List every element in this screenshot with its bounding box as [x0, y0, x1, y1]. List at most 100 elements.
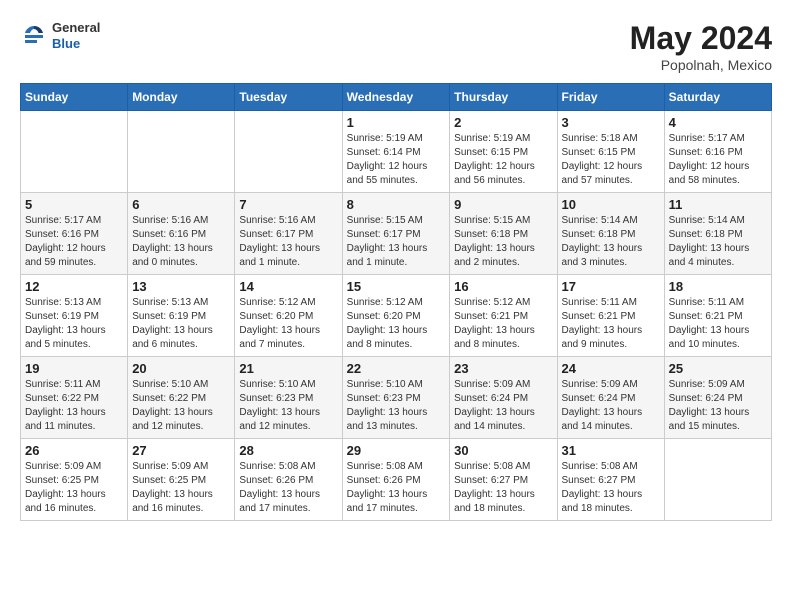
- day-number: 31: [562, 443, 660, 458]
- cell-content: Sunrise: 5:09 AM Sunset: 6:25 PM Dayligh…: [132, 460, 230, 516]
- cell-content: Sunrise: 5:08 AM Sunset: 6:26 PM Dayligh…: [347, 460, 446, 516]
- calendar-cell: 29Sunrise: 5:08 AM Sunset: 6:26 PM Dayli…: [342, 439, 450, 521]
- day-number: 27: [132, 443, 230, 458]
- logo-general-text: General: [52, 20, 100, 36]
- logo: General Blue: [20, 20, 100, 51]
- cell-content: Sunrise: 5:09 AM Sunset: 6:25 PM Dayligh…: [25, 460, 123, 516]
- calendar-cell: 3Sunrise: 5:18 AM Sunset: 6:15 PM Daylig…: [557, 111, 664, 193]
- calendar-cell: [235, 111, 342, 193]
- calendar-cell: [128, 111, 235, 193]
- day-of-week-header: Monday: [128, 84, 235, 111]
- day-number: 5: [25, 197, 123, 212]
- day-number: 8: [347, 197, 446, 212]
- day-of-week-header: Wednesday: [342, 84, 450, 111]
- calendar-week-row: 19 Sunrise: 5:11 AM Sunset: 6:22 PM Dayli…: [21, 357, 772, 439]
- day-number: 28: [239, 443, 337, 458]
- cell-content: Sunrise: 5:16 AM Sunset: 6:16 PM Dayligh…: [132, 214, 230, 270]
- calendar-cell: 15Sunrise: 5:12 AM Sunset: 6:20 PM Dayli…: [342, 275, 450, 357]
- calendar-cell: [664, 439, 771, 521]
- day-number: 14: [239, 279, 337, 294]
- day-number: 11: [669, 197, 767, 212]
- calendar-cell: 11Sunrise: 5:14 AM Sunset: 6:18 PM Dayli…: [664, 193, 771, 275]
- calendar-cell: 17 Sunrise: 5:11 AM Sunset: 6:21 PM Dayli…: [557, 275, 664, 357]
- cell-content: Sunrise: 5:09 AM Sunset: 6:24 PM Dayligh…: [562, 378, 660, 434]
- day-of-week-header: Tuesday: [235, 84, 342, 111]
- cell-content: Sunrise: 5:17 AM Sunset: 6:16 PM Dayligh…: [669, 132, 767, 188]
- cell-content: Sunrise: 5:12 AM Sunset: 6:20 PM Dayligh…: [239, 296, 337, 352]
- calendar-cell: 19 Sunrise: 5:11 AM Sunset: 6:22 PM Dayli…: [21, 357, 128, 439]
- cell-content: Sunrise: 5:13 AM Sunset: 6:19 PM Dayligh…: [25, 296, 123, 352]
- logo-text: General Blue: [52, 20, 100, 51]
- day-of-week-header: Friday: [557, 84, 664, 111]
- cell-content: Sunrise: 5:11 AM Sunset: 6:21 PM Dayligh…: [562, 296, 660, 352]
- calendar-week-row: 1Sunrise: 5:19 AM Sunset: 6:14 PM Daylig…: [21, 111, 772, 193]
- calendar-body: 1Sunrise: 5:19 AM Sunset: 6:14 PM Daylig…: [21, 111, 772, 521]
- day-number: 19: [25, 361, 123, 376]
- cell-content: Sunrise: 5:10 AM Sunset: 6:22 PM Dayligh…: [132, 378, 230, 434]
- header-row: SundayMondayTuesdayWednesdayThursdayFrid…: [21, 84, 772, 111]
- cell-content: Sunrise: 5:08 AM Sunset: 6:27 PM Dayligh…: [454, 460, 552, 516]
- day-number: 17: [562, 279, 660, 294]
- day-number: 2: [454, 115, 552, 130]
- location: Popolnah, Mexico: [630, 57, 772, 73]
- calendar-cell: 1Sunrise: 5:19 AM Sunset: 6:14 PM Daylig…: [342, 111, 450, 193]
- calendar-cell: 20 Sunrise: 5:10 AM Sunset: 6:22 PM Dayli…: [128, 357, 235, 439]
- calendar-week-row: 5 Sunrise: 5:17 AM Sunset: 6:16 PM Daylig…: [21, 193, 772, 275]
- day-number: 24: [562, 361, 660, 376]
- day-number: 13: [132, 279, 230, 294]
- day-number: 10: [562, 197, 660, 212]
- day-number: 23: [454, 361, 552, 376]
- calendar-cell: 26 Sunrise: 5:09 AM Sunset: 6:25 PM Dayli…: [21, 439, 128, 521]
- cell-content: Sunrise: 5:16 AM Sunset: 6:17 PM Dayligh…: [239, 214, 337, 270]
- day-number: 16: [454, 279, 552, 294]
- day-number: 12: [25, 279, 123, 294]
- day-number: 7: [239, 197, 337, 212]
- calendar-table: SundayMondayTuesdayWednesdayThursdayFrid…: [20, 83, 772, 521]
- cell-content: Sunrise: 5:09 AM Sunset: 6:24 PM Dayligh…: [454, 378, 552, 434]
- cell-content: Sunrise: 5:18 AM Sunset: 6:15 PM Dayligh…: [562, 132, 660, 188]
- calendar-cell: 2 Sunrise: 5:19 AM Sunset: 6:15 PM Daylig…: [450, 111, 557, 193]
- cell-content: Sunrise: 5:19 AM Sunset: 6:14 PM Dayligh…: [347, 132, 446, 188]
- cell-content: Sunrise: 5:12 AM Sunset: 6:20 PM Dayligh…: [347, 296, 446, 352]
- day-of-week-header: Saturday: [664, 84, 771, 111]
- calendar-cell: 4 Sunrise: 5:17 AM Sunset: 6:16 PM Daylig…: [664, 111, 771, 193]
- calendar-cell: 10 Sunrise: 5:14 AM Sunset: 6:18 PM Dayli…: [557, 193, 664, 275]
- calendar-cell: 23 Sunrise: 5:09 AM Sunset: 6:24 PM Dayli…: [450, 357, 557, 439]
- calendar-cell: 21Sunrise: 5:10 AM Sunset: 6:23 PM Dayli…: [235, 357, 342, 439]
- day-number: 20: [132, 361, 230, 376]
- calendar-cell: 31 Sunrise: 5:08 AM Sunset: 6:27 PM Dayli…: [557, 439, 664, 521]
- title-block: May 2024 Popolnah, Mexico: [630, 20, 772, 73]
- cell-content: Sunrise: 5:17 AM Sunset: 6:16 PM Dayligh…: [25, 214, 123, 270]
- day-number: 26: [25, 443, 123, 458]
- calendar-cell: 22 Sunrise: 5:10 AM Sunset: 6:23 PM Dayli…: [342, 357, 450, 439]
- day-number: 6: [132, 197, 230, 212]
- calendar-cell: 14 Sunrise: 5:12 AM Sunset: 6:20 PM Dayli…: [235, 275, 342, 357]
- day-number: 25: [669, 361, 767, 376]
- cell-content: Sunrise: 5:08 AM Sunset: 6:27 PM Dayligh…: [562, 460, 660, 516]
- cell-content: Sunrise: 5:08 AM Sunset: 6:26 PM Dayligh…: [239, 460, 337, 516]
- cell-content: Sunrise: 5:10 AM Sunset: 6:23 PM Dayligh…: [347, 378, 446, 434]
- calendar-cell: 16 Sunrise: 5:12 AM Sunset: 6:21 PM Dayli…: [450, 275, 557, 357]
- day-number: 4: [669, 115, 767, 130]
- cell-content: Sunrise: 5:11 AM Sunset: 6:22 PM Dayligh…: [25, 378, 123, 434]
- day-number: 22: [347, 361, 446, 376]
- day-of-week-header: Sunday: [21, 84, 128, 111]
- cell-content: Sunrise: 5:12 AM Sunset: 6:21 PM Dayligh…: [454, 296, 552, 352]
- cell-content: Sunrise: 5:19 AM Sunset: 6:15 PM Dayligh…: [454, 132, 552, 188]
- calendar-week-row: 12 Sunrise: 5:13 AM Sunset: 6:19 PM Dayli…: [21, 275, 772, 357]
- calendar-cell: 18Sunrise: 5:11 AM Sunset: 6:21 PM Dayli…: [664, 275, 771, 357]
- cell-content: Sunrise: 5:15 AM Sunset: 6:17 PM Dayligh…: [347, 214, 446, 270]
- cell-content: Sunrise: 5:15 AM Sunset: 6:18 PM Dayligh…: [454, 214, 552, 270]
- day-number: 30: [454, 443, 552, 458]
- cell-content: Sunrise: 5:14 AM Sunset: 6:18 PM Dayligh…: [562, 214, 660, 270]
- day-number: 21: [239, 361, 337, 376]
- calendar-cell: 6 Sunrise: 5:16 AM Sunset: 6:16 PM Daylig…: [128, 193, 235, 275]
- logo-icon: [20, 22, 48, 50]
- calendar-cell: [21, 111, 128, 193]
- day-number: 9: [454, 197, 552, 212]
- cell-content: Sunrise: 5:13 AM Sunset: 6:19 PM Dayligh…: [132, 296, 230, 352]
- calendar-header: SundayMondayTuesdayWednesdayThursdayFrid…: [21, 84, 772, 111]
- day-of-week-header: Thursday: [450, 84, 557, 111]
- cell-content: Sunrise: 5:09 AM Sunset: 6:24 PM Dayligh…: [669, 378, 767, 434]
- calendar-cell: 27 Sunrise: 5:09 AM Sunset: 6:25 PM Dayli…: [128, 439, 235, 521]
